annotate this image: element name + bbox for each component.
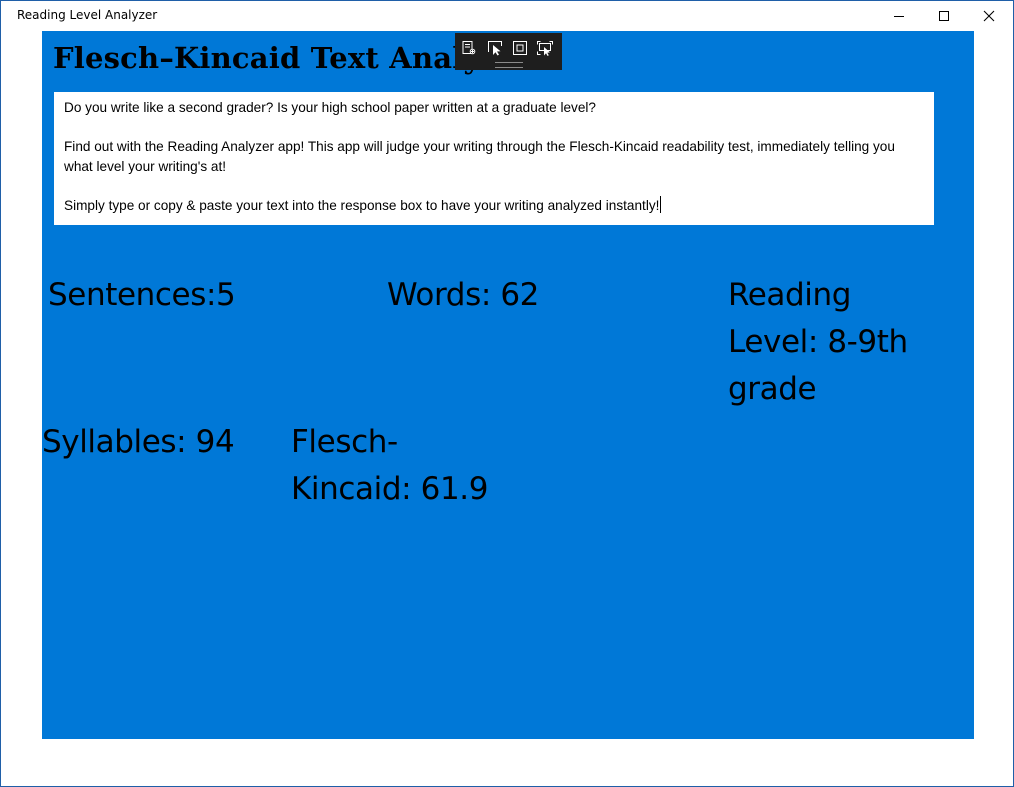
input-paragraph-3: Simply type or copy & paste your text in… <box>64 196 924 216</box>
reading-level: Reading Level: 8-9th grade <box>728 277 908 407</box>
track-focused-element-button[interactable] <box>536 39 554 57</box>
select-element-icon <box>488 41 502 56</box>
close-icon <box>983 10 995 22</box>
select-element-button[interactable] <box>486 39 504 57</box>
display-layout-adorners-icon <box>513 41 527 55</box>
debug-toolbar <box>455 33 562 70</box>
close-button[interactable] <box>966 1 1012 31</box>
syllables-count: Syllables: 94 <box>42 424 235 460</box>
input-paragraph-3-text: Simply type or copy & paste your text in… <box>64 198 660 213</box>
sentences-count: Sentences:5 <box>48 277 236 313</box>
display-layout-adorners-button[interactable] <box>511 39 529 57</box>
flesch-kincaid-score: Flesch-Kincaid: 61.9 <box>291 424 489 507</box>
minimize-icon <box>894 16 904 17</box>
minimize-button[interactable] <box>876 1 922 31</box>
input-paragraph-2: Find out with the Reading Analyzer app! … <box>64 139 895 174</box>
text-caret <box>660 196 662 213</box>
track-focused-element-icon <box>537 41 553 56</box>
input-text-box[interactable]: Do you write like a second grader? Is yo… <box>54 92 934 225</box>
maximize-button[interactable] <box>921 1 967 31</box>
input-paragraph-1: Do you write like a second grader? Is yo… <box>64 100 596 115</box>
maximize-icon <box>939 11 949 21</box>
window-title: Reading Level Analyzer <box>17 8 158 22</box>
live-visual-tree-button[interactable] <box>460 39 478 57</box>
live-visual-tree-icon <box>462 41 476 55</box>
words-count: Words: 62 <box>387 277 539 313</box>
app-window: Reading Level Analyzer Flesch–Kincaid Te… <box>0 0 1014 787</box>
app-canvas: Flesch–Kincaid Text Analyzer Do you writ… <box>42 31 974 739</box>
toolbar-grip[interactable] <box>495 62 523 68</box>
title-bar[interactable]: Reading Level Analyzer <box>1 1 1013 31</box>
